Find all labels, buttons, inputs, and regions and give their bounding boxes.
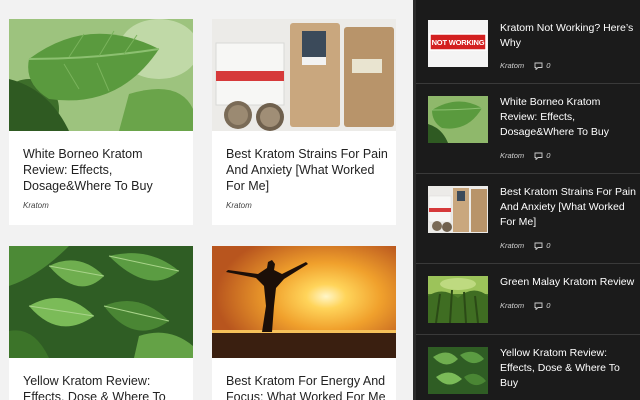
article-title[interactable]: Best Kratom For Energy And Focus: What W…	[226, 373, 388, 400]
sidebar-recent-posts: NOT WORKING Kratom Not Working? Here’s W…	[413, 0, 640, 400]
comment-count: 0	[546, 61, 551, 70]
comment-icon	[534, 62, 543, 70]
article-card[interactable]: Best Kratom For Energy And Focus: What W…	[212, 246, 396, 400]
post-meta: Kratom 0	[500, 301, 550, 310]
not-working-sign-text: NOT WORKING	[431, 38, 485, 47]
article-title[interactable]: Yellow Kratom Review: Effects, Dose & Wh…	[23, 373, 185, 400]
comment-count: 0	[546, 241, 551, 250]
sidebar-post[interactable]: Best Kratom Strains For Pain And Anxiety…	[416, 174, 640, 263]
article-category[interactable]: Kratom	[226, 201, 252, 210]
post-thumbnail-plant[interactable]	[428, 347, 488, 394]
post-category[interactable]: Kratom	[500, 241, 524, 250]
post-thumbnail-leaves[interactable]	[428, 96, 488, 143]
comment-icon	[534, 242, 543, 250]
post-title[interactable]: Green Malay Kratom Review	[500, 275, 639, 290]
article-image-plant[interactable]	[9, 246, 193, 358]
post-thumbnail-forest[interactable]	[428, 276, 488, 323]
comment-count: 0	[546, 151, 551, 160]
post-thumbnail-powder-bags[interactable]	[428, 186, 488, 233]
sidebar-post[interactable]: Yellow Kratom Review: Effects, Dose & Wh…	[416, 335, 640, 400]
post-meta: Kratom 0	[500, 241, 550, 250]
post-comments[interactable]: 0	[534, 151, 550, 160]
article-title[interactable]: White Borneo Kratom Review: Effects, Dos…	[23, 146, 185, 194]
post-title[interactable]: Best Kratom Strains For Pain And Anxiety…	[500, 185, 639, 230]
article-card[interactable]: Yellow Kratom Review: Effects, Dose & Wh…	[9, 246, 193, 400]
post-category[interactable]: Kratom	[500, 151, 524, 160]
post-title[interactable]: Kratom Not Working? Here’s Why	[500, 21, 639, 51]
post-meta: Kratom 0	[500, 61, 550, 70]
article-card[interactable]: White Borneo Kratom Review: Effects, Dos…	[9, 19, 193, 225]
post-comments[interactable]: 0	[534, 301, 550, 310]
comment-icon	[534, 302, 543, 310]
post-title[interactable]: White Borneo Kratom Review: Effects, Dos…	[500, 95, 639, 140]
post-meta: Kratom 0	[500, 151, 550, 160]
post-comments[interactable]: 0	[534, 61, 550, 70]
comment-icon	[534, 152, 543, 160]
article-title[interactable]: Best Kratom Strains For Pain And Anxiety…	[226, 146, 388, 194]
post-category[interactable]: Kratom	[500, 61, 524, 70]
sidebar-post[interactable]: White Borneo Kratom Review: Effects, Dos…	[416, 84, 640, 173]
article-image-sunset[interactable]	[212, 246, 396, 358]
post-comments[interactable]: 0	[534, 241, 550, 250]
article-category[interactable]: Kratom	[23, 201, 49, 210]
article-image-leaves[interactable]	[9, 19, 193, 131]
post-title[interactable]: Yellow Kratom Review: Effects, Dose & Wh…	[500, 346, 639, 391]
comment-count: 0	[546, 301, 551, 310]
post-category[interactable]: Kratom	[500, 301, 524, 310]
sidebar-post[interactable]: NOT WORKING Kratom Not Working? Here’s W…	[416, 0, 640, 83]
article-card[interactable]: Best Kratom Strains For Pain And Anxiety…	[212, 19, 396, 225]
article-image-powder-bags[interactable]	[212, 19, 396, 131]
sidebar-post[interactable]: Green Malay Kratom Review Kratom 0	[416, 264, 640, 334]
